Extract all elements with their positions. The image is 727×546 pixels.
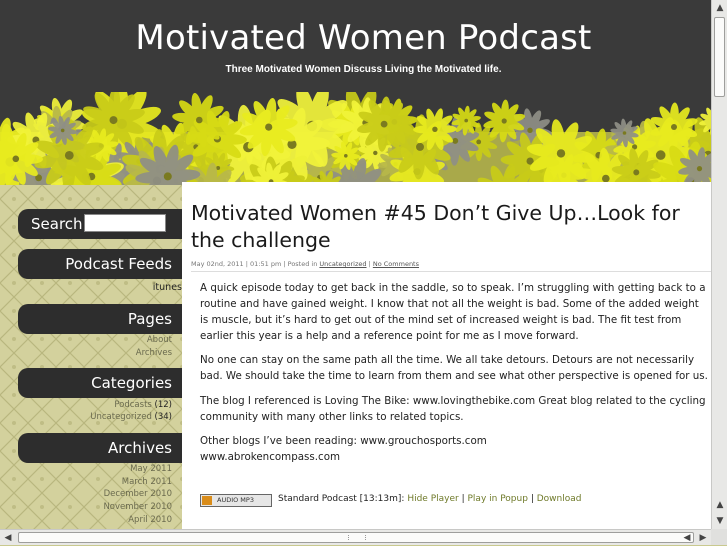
category-link-podcasts[interactable]: Podcasts (12) (114, 400, 172, 410)
search-label: Search (31, 215, 83, 233)
site-tagline: Three Motivated Women Discuss Living the… (225, 64, 502, 75)
separator: | (530, 494, 534, 504)
horizontal-scroll-thumb[interactable] (18, 532, 694, 543)
post-paragraph: The blog I referenced is Loving The Bike… (200, 395, 706, 423)
archives-title: Archives (108, 439, 172, 457)
scroll-up-arrow-icon[interactable]: ▲ (712, 497, 727, 513)
scroll-up-arrow-icon[interactable]: ▲ (712, 0, 727, 16)
hide-player-link[interactable]: Hide Player (407, 494, 458, 504)
page-link-archives[interactable]: Archives (136, 348, 172, 358)
page-link-about[interactable]: About (147, 335, 172, 345)
podcast-feeds-title: Podcast Feeds (65, 255, 172, 273)
archive-link-may-2011[interactable]: May 2011 (130, 464, 172, 474)
podcast-feeds-heading: Podcast Feeds (18, 249, 182, 279)
post-title[interactable]: Motivated Women #45 Don’t Give Up…Look f… (191, 200, 696, 254)
audio-icon (202, 496, 212, 505)
audio-badge-label: AUDIO MP3 (217, 496, 254, 504)
search-widget: Search (18, 209, 182, 239)
grip-icon (348, 535, 366, 540)
category-name: Podcasts (114, 400, 152, 410)
post-comments-link[interactable]: No Comments (373, 260, 419, 268)
category-count: (12) (154, 400, 172, 410)
vertical-scroll-thumb[interactable] (714, 17, 725, 97)
vertical-scrollbar[interactable]: ▲ ▲ ▼ (711, 0, 727, 529)
scroll-right-arrow-icon[interactable]: ▶ (695, 530, 711, 546)
pages-title: Pages (127, 310, 172, 328)
play-in-popup-link[interactable]: Play in Popup (468, 494, 528, 504)
scroll-left-arrow-icon[interactable]: ◀ (0, 530, 16, 546)
archive-link-december-2010[interactable]: December 2010 (104, 489, 172, 499)
scrollbar-corner (711, 529, 727, 545)
archive-link-november-2010[interactable]: November 2010 (103, 502, 172, 512)
pages-heading: Pages (18, 304, 182, 334)
audio-mp3-badge[interactable]: AUDIO MP3 (200, 494, 272, 507)
horizontal-scrollbar[interactable]: ◀ ◀ ▶ (0, 529, 711, 545)
meta-divider (191, 271, 711, 272)
post-content: Motivated Women #45 Don’t Give Up…Look f… (182, 182, 711, 529)
category-count: (34) (154, 412, 172, 422)
download-link[interactable]: Download (537, 494, 582, 504)
search-input[interactable] (84, 214, 166, 232)
feed-link-itunes[interactable]: itunes (153, 282, 182, 293)
site-title[interactable]: Motivated Women Podcast (0, 18, 711, 58)
post-category-link[interactable]: Uncategorized (319, 260, 366, 268)
post-meta: May 02nd, 2011 | 01:51 pm | Posted in Un… (191, 260, 419, 268)
category-name: Uncategorized (90, 412, 152, 422)
post-paragraph: Other blogs I’ve been reading: www.grouc… (200, 435, 487, 463)
separator: | (461, 494, 465, 504)
archives-heading: Archives (18, 433, 182, 463)
posted-in-label: Posted in (287, 260, 318, 268)
categories-title: Categories (91, 374, 172, 392)
player-label: Standard Podcast [13:13m]: (278, 494, 405, 504)
scroll-left-arrow-icon[interactable]: ◀ (679, 530, 695, 546)
archive-link-march-2011[interactable]: March 2011 (122, 477, 172, 487)
archive-link-april-2010[interactable]: April 2010 (128, 515, 172, 525)
scroll-down-arrow-icon[interactable]: ▼ (712, 513, 727, 529)
post-paragraph: No one can stay on the same path all the… (200, 354, 708, 382)
category-link-uncategorized[interactable]: Uncategorized (34) (90, 412, 172, 422)
categories-heading: Categories (18, 368, 182, 398)
post-date: May 02nd, 2011 (191, 260, 244, 268)
post-paragraph: A quick episode today to get back in the… (200, 282, 706, 342)
browser-viewport: Motivated Women Podcast Three Motivated … (0, 0, 711, 529)
post-time: 01:51 pm (250, 260, 282, 268)
player-links: Standard Podcast [13:13m]: Hide Player |… (278, 494, 582, 504)
